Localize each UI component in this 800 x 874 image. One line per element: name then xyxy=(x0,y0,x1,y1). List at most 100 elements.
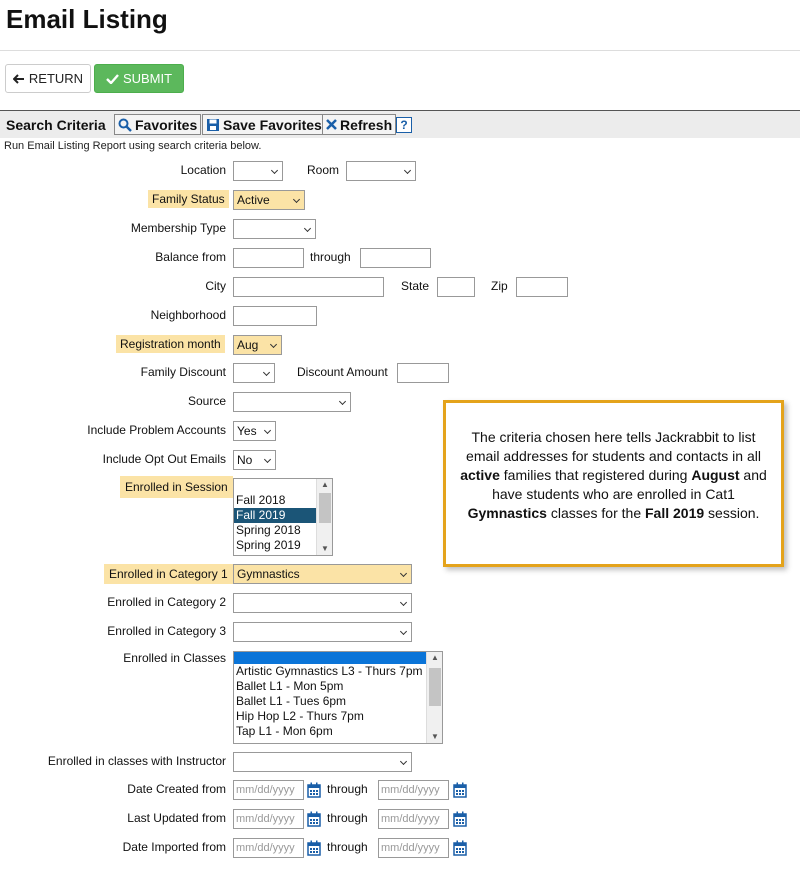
instructor-select[interactable] xyxy=(233,752,412,772)
date-imported-to-input[interactable]: mm/dd/yyyy xyxy=(378,838,449,858)
source-label: Source xyxy=(187,394,226,408)
registration-month-label: Registration month xyxy=(116,335,225,353)
discount-amount-input[interactable] xyxy=(397,363,449,383)
state-input[interactable] xyxy=(437,277,475,297)
zip-label: Zip xyxy=(491,279,508,293)
calendar-icon[interactable] xyxy=(453,811,467,827)
date-imported-from-input[interactable]: mm/dd/yyyy xyxy=(233,838,304,858)
callout-bold-active: active xyxy=(460,467,500,483)
scroll-down-icon[interactable]: ▼ xyxy=(317,543,332,555)
favorites-label: Favorites xyxy=(135,116,198,133)
header-divider xyxy=(0,50,800,51)
last-updated-to-input[interactable]: mm/dd/yyyy xyxy=(378,809,449,829)
scroll-up-icon[interactable]: ▲ xyxy=(427,652,442,664)
last-updated-from-input[interactable]: mm/dd/yyyy xyxy=(233,809,304,829)
refresh-label: Refresh xyxy=(340,116,393,133)
calendar-icon[interactable] xyxy=(453,840,467,856)
membership-type-select[interactable] xyxy=(233,219,316,239)
neighborhood-input[interactable] xyxy=(233,306,317,326)
calendar-icon[interactable] xyxy=(307,782,321,798)
calendar-icon[interactable] xyxy=(307,811,321,827)
scroll-up-icon[interactable]: ▲ xyxy=(317,479,332,491)
city-label: City xyxy=(205,279,226,293)
favorites-button[interactable]: Favorites xyxy=(114,114,202,135)
neighborhood-label: Neighborhood xyxy=(150,308,226,322)
family-discount-select[interactable] xyxy=(233,363,275,383)
check-icon xyxy=(106,73,119,84)
balance-from-input[interactable] xyxy=(233,248,304,268)
include-opt-out-label: Include Opt Out Emails xyxy=(102,452,226,466)
callout-text: The criteria chosen here tells Jackrabbi… xyxy=(466,429,761,464)
date-created-from-input[interactable]: mm/dd/yyyy xyxy=(233,780,304,800)
save-favorites-label: Save Favorites xyxy=(223,116,322,133)
category-1-label: Enrolled in Category 1 xyxy=(104,564,233,584)
save-favorites-button[interactable]: Save Favorites xyxy=(202,114,326,135)
arrow-left-icon xyxy=(12,73,24,84)
city-input[interactable] xyxy=(233,277,384,297)
date-created-label: Date Created from xyxy=(127,782,226,796)
family-status-select[interactable]: Active xyxy=(233,190,305,210)
balance-through-input[interactable] xyxy=(360,248,431,268)
submit-button[interactable]: SUBMIT xyxy=(94,64,184,93)
date-created-to-input[interactable]: mm/dd/yyyy xyxy=(378,780,449,800)
source-select[interactable] xyxy=(233,392,351,412)
scroll-thumb[interactable] xyxy=(429,668,441,706)
page-title: Email Listing xyxy=(6,4,168,34)
refresh-button[interactable]: Refresh xyxy=(322,114,397,135)
include-problem-accounts-label: Include Problem Accounts xyxy=(87,423,226,437)
return-label: RETURN xyxy=(28,71,84,86)
scroll-thumb[interactable] xyxy=(319,493,331,523)
state-label: State xyxy=(401,279,430,293)
calendar-icon[interactable] xyxy=(453,782,467,798)
callout-text: classes for the xyxy=(546,505,645,521)
last-updated-label: Last Updated from xyxy=(127,811,226,825)
registration-month-select[interactable]: Aug xyxy=(233,335,282,355)
discount-amount-label: Discount Amount xyxy=(297,365,388,379)
classes-option[interactable]: Tap L1 - Mon 6pm xyxy=(234,724,442,739)
category-3-label: Enrolled in Category 3 xyxy=(107,624,226,638)
date-imported-through-label: through xyxy=(327,840,368,854)
session-scrollbar[interactable]: ▲ ▼ xyxy=(316,479,332,555)
classes-option-highlight[interactable] xyxy=(234,652,442,664)
criteria-title: Search Criteria xyxy=(6,117,106,133)
category-1-select[interactable]: Gymnastics xyxy=(233,564,412,584)
callout-text: session. xyxy=(704,505,760,521)
criteria-subtitle: Run Email Listing Report using search cr… xyxy=(4,140,262,152)
classes-option[interactable]: Ballet L1 - Mon 5pm xyxy=(234,679,442,694)
balance-from-label: Balance from xyxy=(155,250,226,264)
callout-bold-august: August xyxy=(691,467,740,483)
enrolled-session-listbox[interactable]: Fall 2018 Fall 2019 Spring 2018 Spring 2… xyxy=(233,478,333,556)
balance-through-label: through xyxy=(310,250,351,264)
category-2-label: Enrolled in Category 2 xyxy=(107,595,226,609)
room-label: Room xyxy=(307,163,340,177)
return-button[interactable]: RETURN xyxy=(5,64,91,93)
classes-option[interactable]: Artistic Gymnastics L3 - Thurs 7pm xyxy=(234,664,442,679)
enrolled-classes-label: Enrolled in Classes xyxy=(123,651,226,665)
enrolled-classes-listbox[interactable]: Artistic Gymnastics L3 - Thurs 7pm Balle… xyxy=(233,651,443,744)
date-imported-label: Date Imported from xyxy=(122,840,226,854)
classes-option[interactable]: Hip Hop L2 - Thurs 7pm xyxy=(234,709,442,724)
date-created-through-label: through xyxy=(327,782,368,796)
callout-text: families that registered during xyxy=(499,467,692,483)
scroll-down-icon[interactable]: ▼ xyxy=(427,731,442,743)
help-icon[interactable]: ? xyxy=(396,117,412,133)
close-x-icon xyxy=(326,119,337,130)
callout-bold-session: Fall 2019 xyxy=(645,505,705,521)
location-select[interactable] xyxy=(233,161,283,181)
zip-input[interactable] xyxy=(516,277,568,297)
classes-scrollbar[interactable]: ▲ ▼ xyxy=(426,652,442,743)
last-updated-through-label: through xyxy=(327,811,368,825)
include-opt-out-select[interactable]: No xyxy=(233,450,276,470)
calendar-icon[interactable] xyxy=(307,840,321,856)
include-problem-accounts-select[interactable]: Yes xyxy=(233,421,276,441)
save-disk-icon xyxy=(207,118,219,131)
explanation-callout: The criteria chosen here tells Jackrabbi… xyxy=(443,400,784,567)
family-discount-label: Family Discount xyxy=(140,365,226,379)
room-select[interactable] xyxy=(346,161,416,181)
classes-option[interactable]: Ballet L1 - Tues 6pm xyxy=(234,694,442,709)
family-status-label: Family Status xyxy=(148,190,229,208)
category-2-select[interactable] xyxy=(233,593,412,613)
category-3-select[interactable] xyxy=(233,622,412,642)
membership-type-label: Membership Type xyxy=(130,221,226,235)
enrolled-session-label: Enrolled in Session xyxy=(120,476,233,498)
